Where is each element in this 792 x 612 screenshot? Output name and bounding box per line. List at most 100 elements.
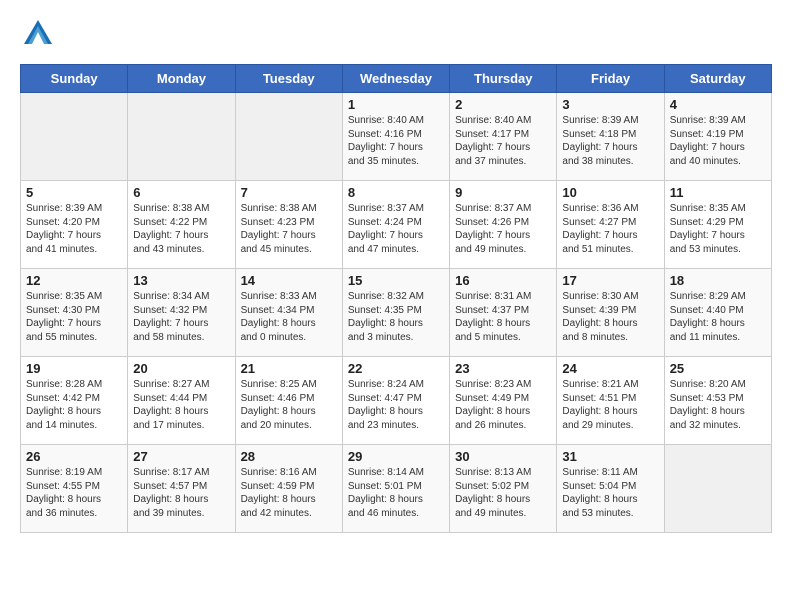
day-info: Sunrise: 8:24 AM Sunset: 4:47 PM Dayligh…: [348, 378, 444, 432]
day-number: 31: [562, 449, 658, 464]
day-cell: [21, 93, 128, 181]
day-cell: 5 Sunrise: 8:39 AM Sunset: 4:20 PM Daylig…: [21, 181, 128, 269]
day-number: 5: [26, 185, 122, 200]
header: [20, 16, 772, 52]
day-number: 19: [26, 361, 122, 376]
day-number: 29: [348, 449, 444, 464]
day-number: 6: [133, 185, 229, 200]
day-number: 10: [562, 185, 658, 200]
day-number: 30: [455, 449, 551, 464]
day-cell: 6 Sunrise: 8:38 AM Sunset: 4:22 PM Daylig…: [128, 181, 235, 269]
day-info: Sunrise: 8:37 AM Sunset: 4:24 PM Dayligh…: [348, 202, 444, 256]
header-cell-friday: Friday: [557, 65, 664, 93]
day-info: Sunrise: 8:25 AM Sunset: 4:46 PM Dayligh…: [241, 378, 337, 432]
header-cell-sunday: Sunday: [21, 65, 128, 93]
day-cell: 30 Sunrise: 8:13 AM Sunset: 5:02 PM Dayli…: [450, 445, 557, 533]
day-info: Sunrise: 8:39 AM Sunset: 4:19 PM Dayligh…: [670, 114, 766, 168]
day-cell: 24 Sunrise: 8:21 AM Sunset: 4:51 PM Dayli…: [557, 357, 664, 445]
day-cell: 4 Sunrise: 8:39 AM Sunset: 4:19 PM Daylig…: [664, 93, 771, 181]
header-cell-thursday: Thursday: [450, 65, 557, 93]
day-info: Sunrise: 8:28 AM Sunset: 4:42 PM Dayligh…: [26, 378, 122, 432]
day-number: 4: [670, 97, 766, 112]
week-row: 1 Sunrise: 8:40 AM Sunset: 4:16 PM Daylig…: [21, 93, 772, 181]
day-info: Sunrise: 8:31 AM Sunset: 4:37 PM Dayligh…: [455, 290, 551, 344]
day-number: 13: [133, 273, 229, 288]
day-info: Sunrise: 8:38 AM Sunset: 4:22 PM Dayligh…: [133, 202, 229, 256]
day-info: Sunrise: 8:30 AM Sunset: 4:39 PM Dayligh…: [562, 290, 658, 344]
day-cell: [664, 445, 771, 533]
logo: [20, 16, 60, 52]
day-info: Sunrise: 8:19 AM Sunset: 4:55 PM Dayligh…: [26, 466, 122, 520]
day-cell: 3Sunrise: 8:39 AM Sunset: 4:18 PM Daylig…: [557, 93, 664, 181]
day-info: Sunrise: 8:38 AM Sunset: 4:23 PM Dayligh…: [241, 202, 337, 256]
day-number: 9: [455, 185, 551, 200]
day-info: Sunrise: 8:14 AM Sunset: 5:01 PM Dayligh…: [348, 466, 444, 520]
day-cell: 2Sunrise: 8:40 AM Sunset: 4:17 PM Daylig…: [450, 93, 557, 181]
day-info: Sunrise: 8:39 AM Sunset: 4:20 PM Dayligh…: [26, 202, 122, 256]
day-cell: [235, 93, 342, 181]
day-info: Sunrise: 8:21 AM Sunset: 4:51 PM Dayligh…: [562, 378, 658, 432]
day-info: Sunrise: 8:23 AM Sunset: 4:49 PM Dayligh…: [455, 378, 551, 432]
day-cell: 7 Sunrise: 8:38 AM Sunset: 4:23 PM Daylig…: [235, 181, 342, 269]
day-number: 20: [133, 361, 229, 376]
day-cell: 11 Sunrise: 8:35 AM Sunset: 4:29 PM Dayli…: [664, 181, 771, 269]
day-cell: 12Sunrise: 8:35 AM Sunset: 4:30 PM Dayli…: [21, 269, 128, 357]
day-cell: 21 Sunrise: 8:25 AM Sunset: 4:46 PM Dayli…: [235, 357, 342, 445]
day-cell: 1 Sunrise: 8:40 AM Sunset: 4:16 PM Daylig…: [342, 93, 449, 181]
day-number: 1: [348, 97, 444, 112]
day-cell: 9 Sunrise: 8:37 AM Sunset: 4:26 PM Daylig…: [450, 181, 557, 269]
day-cell: 15 Sunrise: 8:32 AM Sunset: 4:35 PM Dayli…: [342, 269, 449, 357]
day-cell: 20 Sunrise: 8:27 AM Sunset: 4:44 PM Dayli…: [128, 357, 235, 445]
header-cell-wednesday: Wednesday: [342, 65, 449, 93]
day-number: 27: [133, 449, 229, 464]
week-row: 5 Sunrise: 8:39 AM Sunset: 4:20 PM Daylig…: [21, 181, 772, 269]
day-number: 25: [670, 361, 766, 376]
day-info: Sunrise: 8:36 AM Sunset: 4:27 PM Dayligh…: [562, 202, 658, 256]
day-number: 18: [670, 273, 766, 288]
day-number: 3: [562, 97, 658, 112]
day-cell: 16 Sunrise: 8:31 AM Sunset: 4:37 PM Dayli…: [450, 269, 557, 357]
day-info: Sunrise: 8:37 AM Sunset: 4:26 PM Dayligh…: [455, 202, 551, 256]
day-cell: 31Sunrise: 8:11 AM Sunset: 5:04 PM Dayli…: [557, 445, 664, 533]
day-cell: 23Sunrise: 8:23 AM Sunset: 4:49 PM Dayli…: [450, 357, 557, 445]
day-number: 24: [562, 361, 658, 376]
day-cell: 17Sunrise: 8:30 AM Sunset: 4:39 PM Dayli…: [557, 269, 664, 357]
day-cell: 13Sunrise: 8:34 AM Sunset: 4:32 PM Dayli…: [128, 269, 235, 357]
day-cell: 28 Sunrise: 8:16 AM Sunset: 4:59 PM Dayli…: [235, 445, 342, 533]
header-cell-monday: Monday: [128, 65, 235, 93]
day-cell: 14Sunrise: 8:33 AM Sunset: 4:34 PM Dayli…: [235, 269, 342, 357]
logo-icon: [20, 16, 56, 52]
day-cell: 22 Sunrise: 8:24 AM Sunset: 4:47 PM Dayli…: [342, 357, 449, 445]
day-number: 8: [348, 185, 444, 200]
calendar-body: 1 Sunrise: 8:40 AM Sunset: 4:16 PM Daylig…: [21, 93, 772, 533]
day-number: 21: [241, 361, 337, 376]
calendar-table: SundayMondayTuesdayWednesdayThursdayFrid…: [20, 64, 772, 533]
day-number: 15: [348, 273, 444, 288]
week-row: 26 Sunrise: 8:19 AM Sunset: 4:55 PM Dayli…: [21, 445, 772, 533]
day-info: Sunrise: 8:27 AM Sunset: 4:44 PM Dayligh…: [133, 378, 229, 432]
day-number: 14: [241, 273, 337, 288]
day-info: Sunrise: 8:40 AM Sunset: 4:16 PM Dayligh…: [348, 114, 444, 168]
day-info: Sunrise: 8:32 AM Sunset: 4:35 PM Dayligh…: [348, 290, 444, 344]
day-info: Sunrise: 8:13 AM Sunset: 5:02 PM Dayligh…: [455, 466, 551, 520]
day-number: 28: [241, 449, 337, 464]
calendar-header: SundayMondayTuesdayWednesdayThursdayFrid…: [21, 65, 772, 93]
week-row: 19 Sunrise: 8:28 AM Sunset: 4:42 PM Dayli…: [21, 357, 772, 445]
header-cell-tuesday: Tuesday: [235, 65, 342, 93]
day-cell: [128, 93, 235, 181]
day-info: Sunrise: 8:35 AM Sunset: 4:29 PM Dayligh…: [670, 202, 766, 256]
header-cell-saturday: Saturday: [664, 65, 771, 93]
day-cell: 18Sunrise: 8:29 AM Sunset: 4:40 PM Dayli…: [664, 269, 771, 357]
day-cell: 19 Sunrise: 8:28 AM Sunset: 4:42 PM Dayli…: [21, 357, 128, 445]
day-info: Sunrise: 8:16 AM Sunset: 4:59 PM Dayligh…: [241, 466, 337, 520]
week-row: 12Sunrise: 8:35 AM Sunset: 4:30 PM Dayli…: [21, 269, 772, 357]
header-row: SundayMondayTuesdayWednesdayThursdayFrid…: [21, 65, 772, 93]
day-number: 16: [455, 273, 551, 288]
day-number: 22: [348, 361, 444, 376]
day-number: 2: [455, 97, 551, 112]
day-number: 11: [670, 185, 766, 200]
day-cell: 29 Sunrise: 8:14 AM Sunset: 5:01 PM Dayli…: [342, 445, 449, 533]
day-number: 26: [26, 449, 122, 464]
day-cell: 26 Sunrise: 8:19 AM Sunset: 4:55 PM Dayli…: [21, 445, 128, 533]
day-number: 7: [241, 185, 337, 200]
